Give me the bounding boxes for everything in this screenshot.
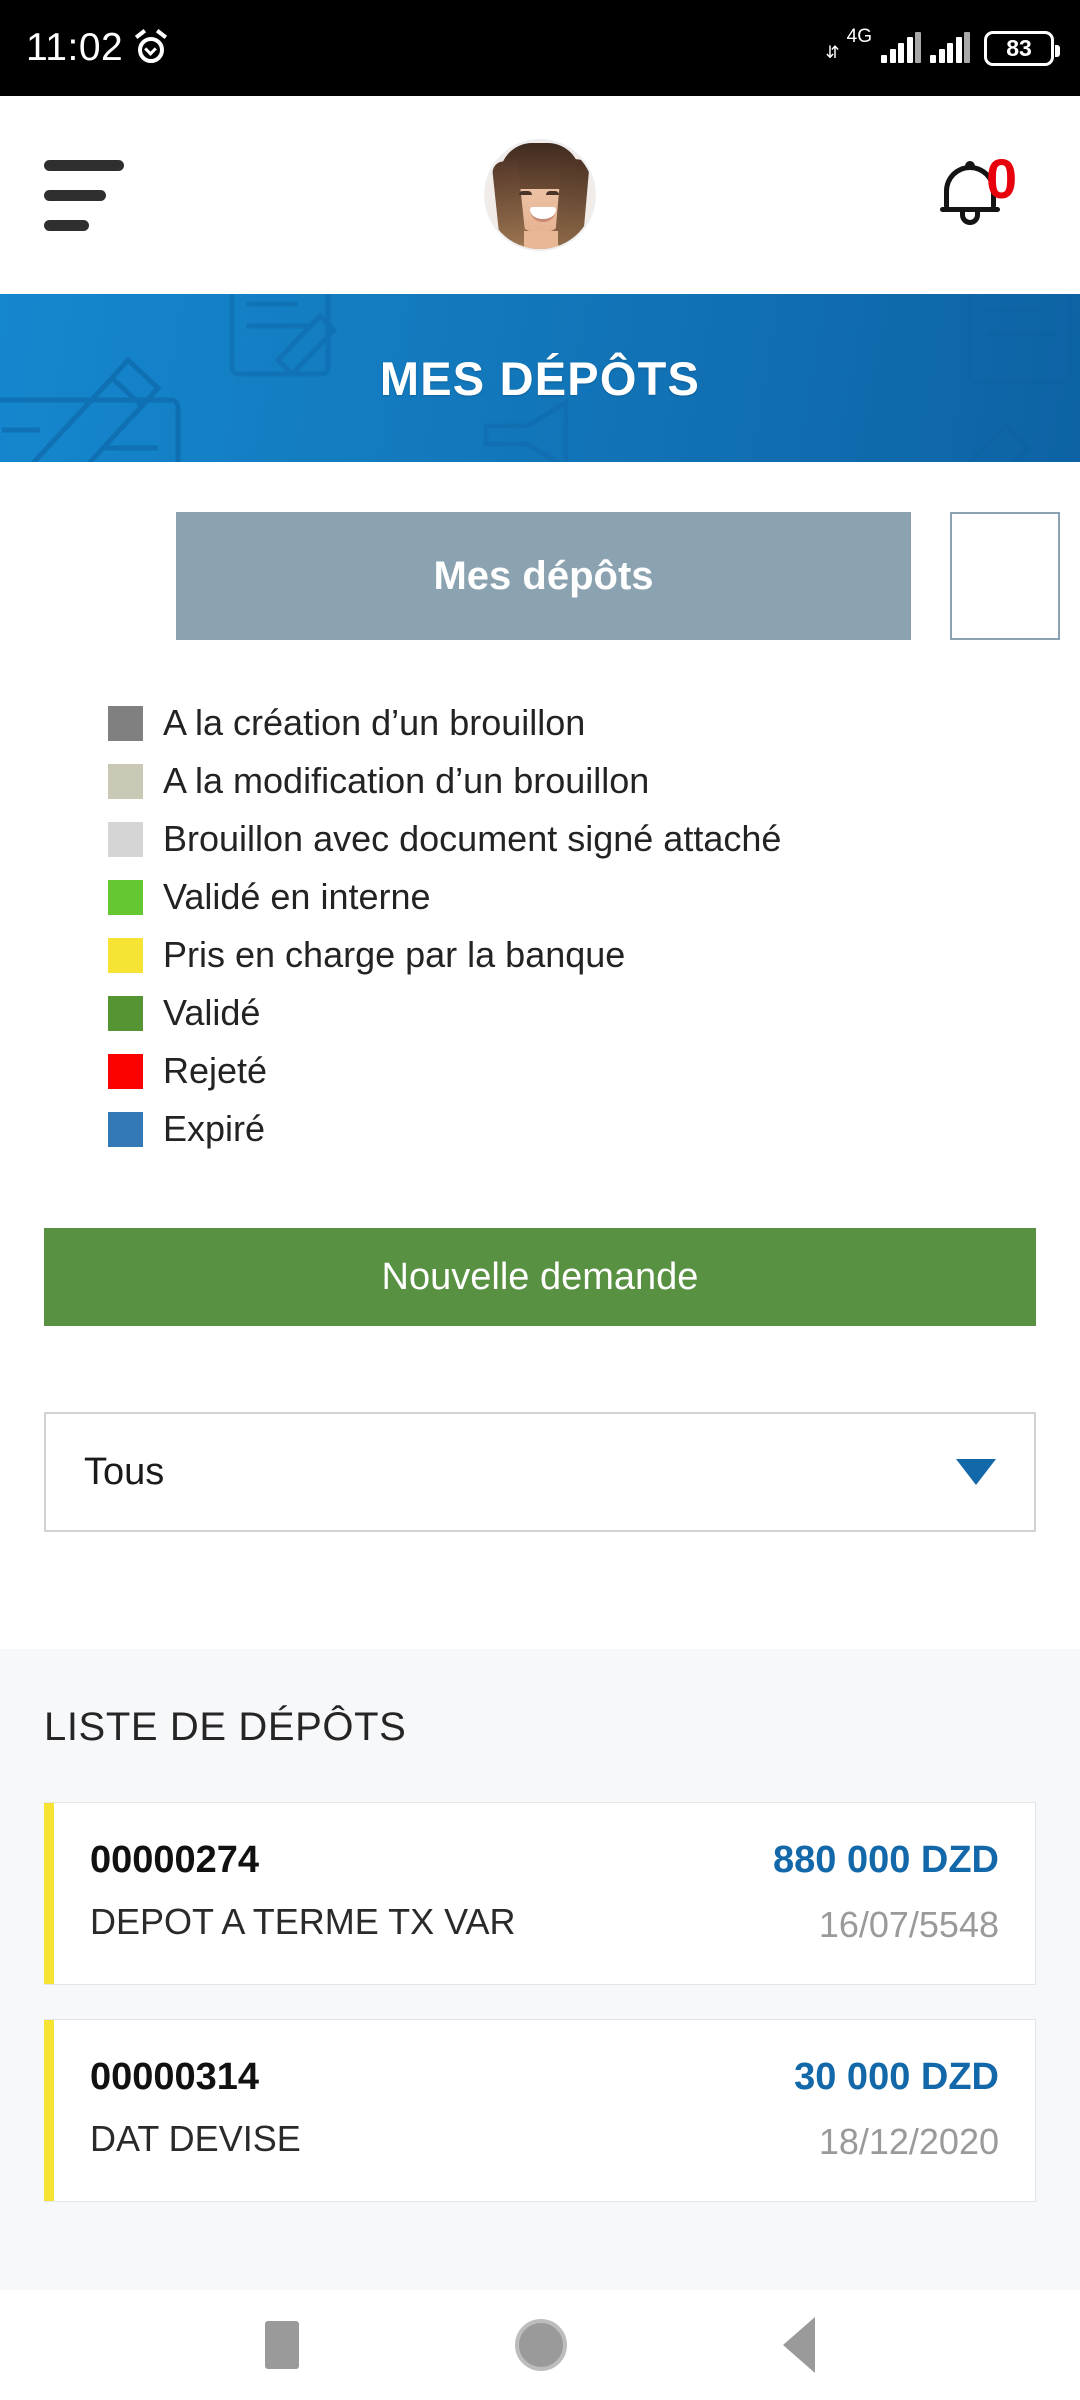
phone-screen: 11:02 ⇵ 4G 83 0 MES DÉPÔTS Mes dépôts A … <box>0 0 1080 2400</box>
battery-icon: 83 <box>984 30 1060 66</box>
tab-bar: Mes dépôts <box>0 462 1080 640</box>
signal-strength-icon-sim1 <box>881 32 921 63</box>
square-recents-icon[interactable] <box>265 2321 299 2369</box>
deposit-card[interactable]: 00000274 DEPOT A TERME TX VAR 880 000 DZ… <box>44 1802 1036 1985</box>
deposit-filter-value: Tous <box>84 1450 165 1493</box>
android-nav-bar <box>0 2290 1080 2400</box>
deposit-date: 18/12/2020 <box>818 2121 999 2162</box>
legend-swatch <box>108 763 143 799</box>
legend-swatch <box>108 1053 143 1089</box>
new-request-label: Nouvelle demande <box>381 1255 699 1298</box>
circle-home-icon[interactable] <box>515 2319 567 2371</box>
legend-label: Validé <box>163 992 261 1033</box>
pen-watermark-right <box>966 422 1032 462</box>
network-type-label: 4G <box>846 26 872 47</box>
profile-avatar[interactable] <box>484 139 596 251</box>
cheque-pen-watermark-left <box>0 356 181 462</box>
status-bar-left: 11:02 <box>26 26 168 70</box>
legend-item: Validé en interne <box>88 868 1080 926</box>
status-bar: 11:02 ⇵ 4G 83 <box>0 0 1080 96</box>
deposit-date: 16/07/5548 <box>818 1904 999 1945</box>
deposit-status-accent <box>44 1803 54 1984</box>
legend-item: Validé <box>88 984 1080 1042</box>
tab-mes-depots-label: Mes dépôts <box>433 553 654 598</box>
status-legend: A la création d’un brouillon A la modifi… <box>88 694 1080 1158</box>
deposit-status-accent <box>44 2020 54 2201</box>
document-watermark-a <box>229 294 338 378</box>
legend-item: Pris en charge par la banque <box>88 926 1080 984</box>
legend-swatch <box>108 1111 143 1147</box>
legend-label: A la modification d’un brouillon <box>163 760 650 801</box>
alarm-clock-icon <box>135 29 168 64</box>
deposit-reference: 00000314 <box>90 2056 260 2098</box>
chevron-down-icon <box>956 1459 996 1485</box>
legend-label: A la création d’un brouillon <box>163 702 586 743</box>
new-request-button[interactable]: Nouvelle demande <box>44 1228 1036 1326</box>
legend-item: Rejeté <box>88 1042 1080 1100</box>
page-title: MES DÉPÔTS <box>379 351 701 405</box>
page-banner: MES DÉPÔTS <box>0 294 1080 462</box>
legend-label: Validé en interne <box>163 876 431 917</box>
legend-swatch <box>108 879 143 915</box>
legend-item: A la création d’un brouillon <box>88 694 1080 752</box>
data-transfer-icon: ⇵ <box>825 43 839 62</box>
legend-item: Brouillon avec document signé attaché <box>88 810 1080 868</box>
legend-swatch <box>108 937 143 973</box>
deposit-reference: 00000274 <box>90 1839 260 1881</box>
hamburger-menu-icon[interactable] <box>44 159 124 231</box>
legend-swatch <box>108 995 143 1031</box>
avatar-illustration <box>486 141 594 249</box>
legend-swatch <box>108 705 143 741</box>
deposit-card[interactable]: 00000314 DAT DEVISE 30 000 DZD 18/12/202… <box>44 2019 1036 2202</box>
app-header: 0 <box>0 96 1080 294</box>
deposit-amount: 880 000 DZD <box>772 1839 999 1881</box>
status-bar-clock: 11:02 <box>26 26 124 69</box>
legend-label: Rejeté <box>163 1050 268 1091</box>
legend-label: Pris en charge par la banque <box>163 934 626 975</box>
battery-level-label: 83 <box>1006 34 1032 61</box>
signal-strength-icon-sim2 <box>930 32 970 63</box>
triangle-back-icon[interactable] <box>783 2317 815 2373</box>
tab-mes-depots[interactable]: Mes dépôts <box>176 512 911 640</box>
deposit-label: DAT DEVISE <box>90 2118 301 2159</box>
deposit-filter-select[interactable]: Tous <box>44 1412 1036 1532</box>
notification-count-badge: 0 <box>986 147 1018 210</box>
tab-secondary[interactable] <box>950 512 1060 640</box>
deposit-list-section: LISTE DE DÉPÔTS 00000274 DEPOT A TERME T… <box>0 1649 1080 2349</box>
document-watermark-b <box>967 294 1073 385</box>
list-section-title: LISTE DE DÉPÔTS <box>44 1705 407 1749</box>
deposit-label: DEPOT A TERME TX VAR <box>90 1901 516 1942</box>
legend-label: Brouillon avec document signé attaché <box>163 818 782 859</box>
deposit-cards: 00000274 DEPOT A TERME TX VAR 880 000 DZ… <box>0 1802 1080 2202</box>
legend-label: Expiré <box>163 1108 266 1149</box>
deposit-amount: 30 000 DZD <box>794 2056 999 2098</box>
legend-item: A la modification d’un brouillon <box>88 752 1080 810</box>
legend-swatch <box>108 821 143 857</box>
status-bar-right: ⇵ 4G 83 <box>825 26 1060 66</box>
notification-bell-button[interactable]: 0 <box>932 147 1036 243</box>
legend-item: Expiré <box>88 1100 1080 1158</box>
